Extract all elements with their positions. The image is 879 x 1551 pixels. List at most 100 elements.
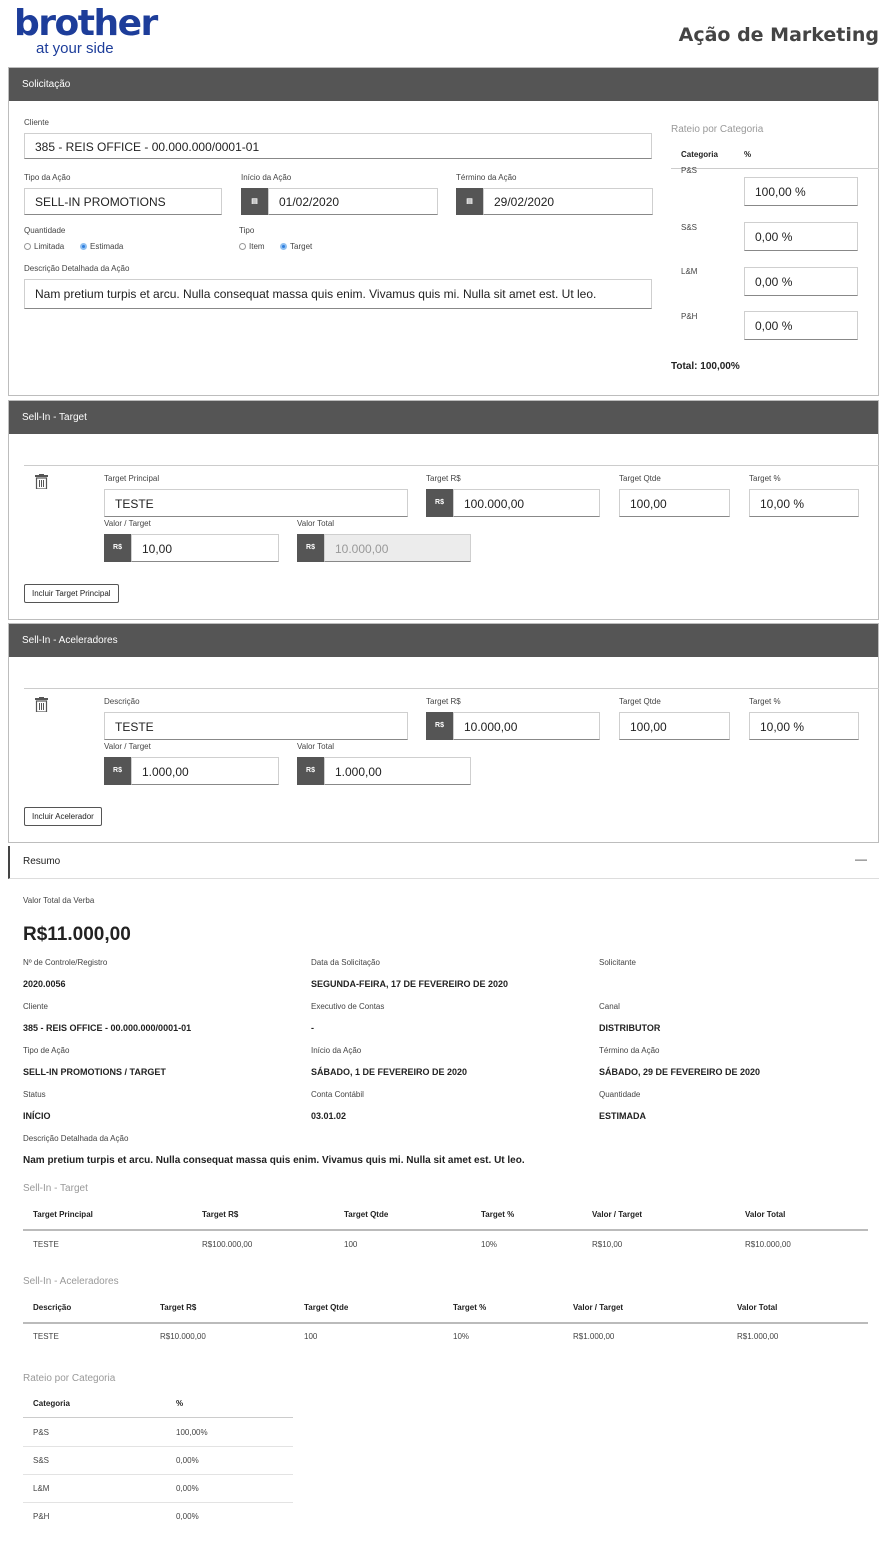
valor-target-label: Valor / Target — [104, 519, 151, 528]
valor-total-verba: R$11.000,00 — [23, 924, 131, 945]
tipo-acao-input[interactable]: SELL-IN PROMOTIONS — [24, 188, 222, 215]
radio-limitada[interactable]: Limitada — [24, 242, 64, 251]
descricao-textarea[interactable]: Nam pretium turpis et arcu. Nulla conseq… — [24, 279, 652, 309]
target-qtde-input[interactable]: 100,00 — [619, 489, 730, 517]
valor-target-input[interactable]: 1.000,00 — [131, 757, 279, 785]
target-pct-label: Target % — [749, 697, 781, 706]
valor-total-input[interactable]: 1.000,00 — [324, 757, 471, 785]
table-cell: L&M — [33, 1484, 50, 1493]
controle-value: 2020.0056 — [23, 979, 66, 989]
descricao-label: Descrição Detalhada da Ação — [23, 1134, 129, 1143]
calendar-icon[interactable]: ▤ — [241, 188, 268, 215]
inicio-input[interactable]: 01/02/2020 — [268, 188, 438, 215]
sellin-target-header: Sell-In - Target — [9, 401, 878, 434]
rateio-input-lm[interactable]: 0,00 % — [744, 267, 858, 296]
currency-addon: R$ — [104, 534, 131, 562]
radio-label: Estimada — [90, 242, 124, 251]
rateio-input-ph[interactable]: 0,00 % — [744, 311, 858, 340]
table-cell: R$10.000,00 — [745, 1240, 791, 1249]
sellin-aceleradores-header: Sell-In - Aceleradores — [9, 624, 878, 657]
tipo-label: Tipo — [239, 226, 255, 235]
table-cell: 100,00% — [176, 1428, 208, 1437]
target-pct-input[interactable]: 10,00 % — [749, 712, 859, 740]
rateio-cat-ps: P&S — [681, 166, 698, 175]
target-pct-input[interactable]: 10,00 % — [749, 489, 859, 517]
incluir-target-button[interactable]: Incluir Target Principal — [24, 584, 119, 603]
status-label: Status — [23, 1090, 46, 1099]
canal-value: DISTRIBUTOR — [599, 1023, 661, 1033]
logo-tagline: at your side — [36, 40, 114, 57]
descricao-value: Nam pretium turpis et arcu. Nulla conseq… — [23, 1155, 525, 1166]
resumo-title: Resumo — [23, 856, 61, 867]
rateio-cat-ph: P&H — [681, 312, 698, 321]
collapse-icon[interactable]: — — [855, 852, 867, 866]
divider — [23, 1229, 868, 1231]
col-header: Categoria — [33, 1399, 70, 1408]
rateio-input-ps[interactable]: 100,00 % — [744, 177, 858, 206]
descricao-input[interactable]: TESTE — [104, 712, 408, 740]
table-cell: 100 — [304, 1332, 318, 1341]
target-rs-input[interactable]: 10.000,00 — [453, 712, 600, 740]
currency-addon: R$ — [297, 757, 324, 785]
rateio-col-pct: % — [744, 150, 752, 159]
col-header: Valor / Target — [573, 1303, 624, 1312]
valor-target-input[interactable]: 10,00 — [131, 534, 279, 562]
termino-value: SÁBADO, 29 DE FEVEREIRO DE 2020 — [599, 1067, 761, 1077]
inicio-value: SÁBADO, 1 DE FEVEREIRO DE 2020 — [311, 1067, 468, 1077]
target-qtde-label: Target Qtde — [619, 474, 661, 483]
page-title: Ação de Marketing — [678, 24, 879, 46]
cliente-value: 385 - REIS OFFICE - 00.000.000/0001-01 — [23, 1023, 192, 1033]
target-pct-label: Target % — [749, 474, 781, 483]
target-rs-label: Target R$ — [426, 697, 461, 706]
table-cell: 0,00% — [176, 1456, 199, 1465]
resumo-target-title: Sell-In - Target — [23, 1183, 88, 1194]
brother-logo: brother — [14, 3, 158, 44]
divider — [23, 1446, 293, 1447]
trash-icon[interactable] — [35, 474, 48, 489]
data-label: Data da Solicitação — [311, 958, 380, 967]
calendar-icon[interactable]: ▤ — [456, 188, 483, 215]
rateio-cat-lm: L&M — [681, 267, 698, 276]
trash-icon[interactable] — [35, 697, 48, 712]
radio-label: Limitada — [34, 242, 65, 251]
sellin-target-panel: Sell-In - Target Target Principal TESTE … — [8, 400, 879, 620]
solicitante-label: Solicitante — [599, 958, 636, 967]
target-rs-input[interactable]: 100.000,00 — [453, 489, 600, 517]
col-header: Target % — [481, 1210, 515, 1219]
radio-checked-icon — [280, 243, 287, 250]
divider — [23, 1502, 293, 1503]
table-cell: R$100.000,00 — [202, 1240, 253, 1249]
rateio-input-ss[interactable]: 0,00 % — [744, 222, 858, 251]
resumo-acel-title: Sell-In - Aceleradores — [23, 1276, 119, 1287]
currency-addon: R$ — [297, 534, 324, 562]
table-cell: P&H — [33, 1512, 50, 1521]
rateio-total: Total: 100,00% — [671, 361, 740, 372]
target-principal-input[interactable]: TESTE — [104, 489, 408, 517]
termino-input[interactable]: 29/02/2020 — [483, 188, 653, 215]
target-qtde-label: Target Qtde — [619, 697, 661, 706]
cliente-input[interactable]: 385 - REIS OFFICE - 00.000.000/0001-01 — [24, 133, 652, 159]
table-cell: R$1.000,00 — [573, 1332, 615, 1341]
radio-item[interactable]: Item — [239, 242, 265, 251]
quantidade-label: Quantidade — [599, 1090, 641, 1099]
radio-target[interactable]: Target — [280, 242, 312, 251]
currency-addon: R$ — [426, 712, 453, 740]
divider — [671, 168, 879, 169]
radio-estimada[interactable]: Estimada — [80, 242, 123, 251]
controle-label: Nº de Controle/Registro — [23, 958, 108, 967]
table-cell: 10% — [453, 1332, 470, 1341]
descricao-label: Descrição Detalhada da Ação — [24, 264, 130, 273]
divider — [24, 465, 879, 466]
resumo-rateio-title: Rateio por Categoria — [23, 1373, 116, 1384]
data-value: SEGUNDA-FEIRA, 17 DE FEVEREIRO DE 2020 — [311, 979, 509, 989]
radio-label: Target — [290, 242, 313, 251]
solicitacao-panel: Solicitação Cliente 385 - REIS OFFICE - … — [8, 67, 879, 396]
tipo-value: SELL-IN PROMOTIONS / TARGET — [23, 1067, 166, 1077]
incluir-acelerador-button[interactable]: Incluir Acelerador — [24, 807, 102, 826]
resumo-header[interactable]: Resumo — — [8, 846, 879, 879]
valor-total-label: Valor Total — [297, 742, 335, 751]
termino-label: Término da Ação — [456, 173, 517, 182]
target-qtde-input[interactable]: 100,00 — [619, 712, 730, 740]
table-cell: P&S — [33, 1428, 50, 1437]
radio-circle-icon — [24, 243, 31, 250]
